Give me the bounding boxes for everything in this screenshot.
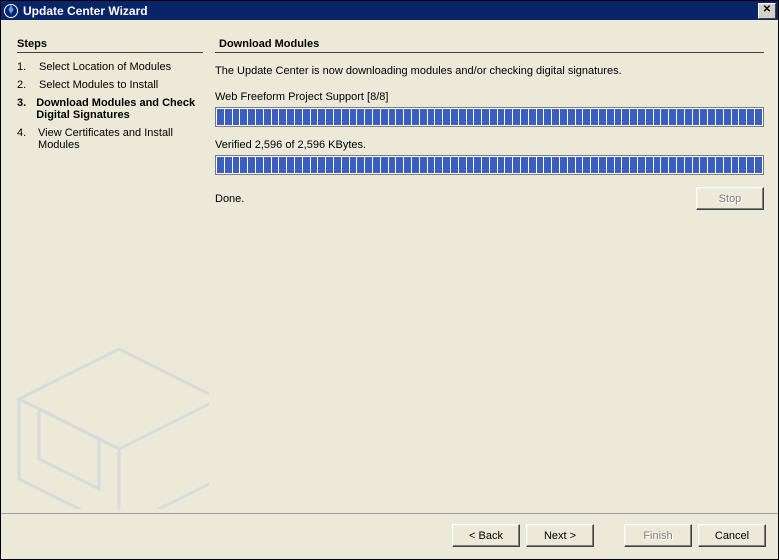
back-button[interactable]: < Back bbox=[452, 524, 520, 547]
steps-divider bbox=[17, 52, 203, 53]
stop-button: Stop bbox=[696, 187, 764, 210]
main-heading: Download Modules bbox=[219, 38, 764, 50]
steps-sidebar: Steps 1. Select Location of Modules 2. S… bbox=[9, 28, 209, 509]
step-label: View Certificates and Install Modules bbox=[38, 127, 203, 151]
step-2: 2. Select Modules to Install bbox=[17, 79, 203, 91]
finish-button: Finish bbox=[624, 524, 692, 547]
window-title: Update Center Wizard bbox=[23, 4, 758, 18]
close-icon[interactable]: ✕ bbox=[758, 3, 776, 19]
step-number: 2. bbox=[17, 79, 29, 91]
main-divider bbox=[215, 52, 764, 53]
description-text: The Update Center is now downloading mod… bbox=[215, 65, 764, 77]
watermark-icon bbox=[9, 279, 209, 509]
cancel-button[interactable]: Cancel bbox=[698, 524, 766, 547]
step-3: 3. Download Modules and Check Digital Si… bbox=[17, 97, 203, 121]
step-label: Select Modules to Install bbox=[39, 79, 158, 91]
status-text: Done. bbox=[215, 193, 244, 205]
step-label: Select Location of Modules bbox=[39, 61, 171, 73]
steps-list: 1. Select Location of Modules 2. Select … bbox=[17, 61, 203, 151]
titlebar: Update Center Wizard ✕ bbox=[1, 1, 778, 20]
progress2-bar bbox=[215, 155, 764, 175]
next-button[interactable]: Next > bbox=[526, 524, 594, 547]
step-4: 4. View Certificates and Install Modules bbox=[17, 127, 203, 151]
app-icon bbox=[3, 3, 19, 19]
step-1: 1. Select Location of Modules bbox=[17, 61, 203, 73]
progress2-label: Verified 2,596 of 2,596 KBytes. bbox=[215, 139, 764, 151]
step-number: 3. bbox=[17, 97, 26, 109]
main-panel: Download Modules The Update Center is no… bbox=[209, 28, 770, 509]
step-number: 1. bbox=[17, 61, 29, 73]
steps-heading: Steps bbox=[17, 38, 203, 50]
progress1-label: Web Freeform Project Support [8/8] bbox=[215, 91, 764, 103]
progress1-bar bbox=[215, 107, 764, 127]
footer-buttons: < Back Next > Finish Cancel bbox=[1, 513, 778, 559]
step-number: 4. bbox=[17, 127, 28, 139]
wizard-window: Update Center Wizard ✕ Steps 1. Select L… bbox=[0, 0, 779, 560]
step-label: Download Modules and Check Digital Signa… bbox=[36, 97, 203, 121]
